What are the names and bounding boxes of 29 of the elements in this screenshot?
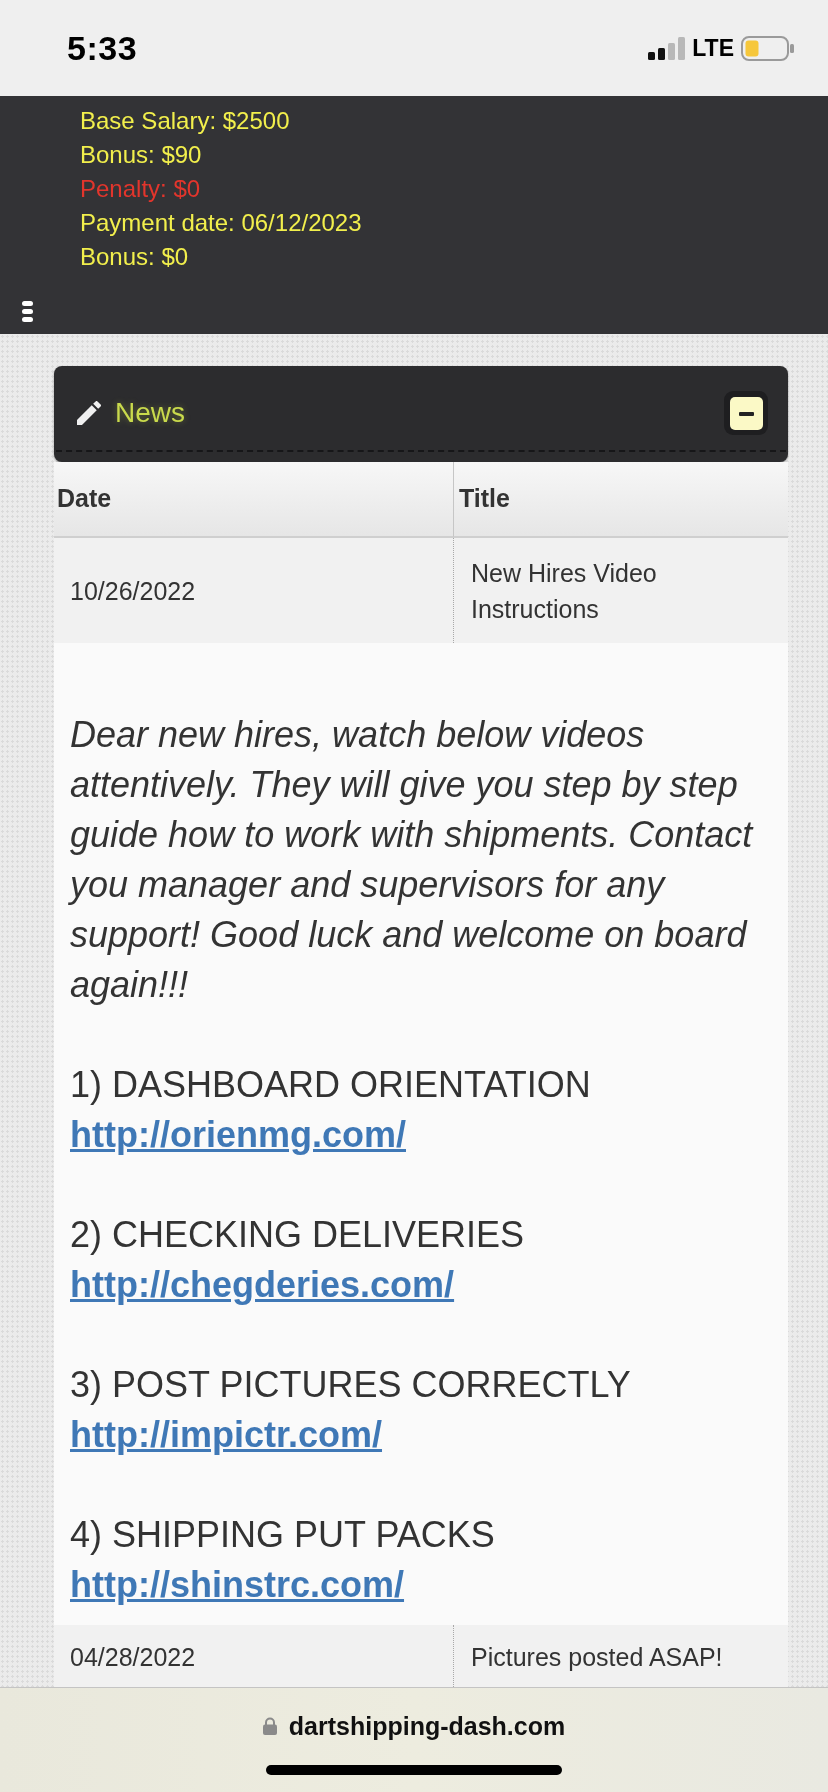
table-cell: 10/26/2022 <box>54 538 454 643</box>
network-label: LTE <box>692 36 734 60</box>
earnings-line: Bonus: $0 <box>80 242 189 272</box>
pencil-icon <box>77 401 101 425</box>
table-cell: Pictures posted ASAP! <box>454 1625 788 1687</box>
signal-icon <box>648 36 686 60</box>
earnings-line: Payment date: 06/12/2023 <box>80 208 362 238</box>
step-heading: 4) SHIPPING PUT PACKS <box>70 1513 495 1557</box>
step-link[interactable]: http://chegderies.com/ <box>70 1260 455 1310</box>
earnings-line: Penalty: $0 <box>80 174 201 204</box>
step-heading: 2) CHECKING DELIVERIES <box>70 1213 525 1257</box>
panel-title: News <box>115 399 185 427</box>
column-header: Date <box>54 462 454 538</box>
battery-icon <box>741 35 794 61</box>
table-cell: 04/28/2022 <box>54 1625 454 1687</box>
step-heading: 3) POST PICTURES CORRECTLY <box>70 1363 631 1407</box>
earnings-line: Bonus: $90 <box>80 140 202 170</box>
earnings-line: Base Salary: $2500 <box>80 106 290 136</box>
url-text[interactable]: dartshipping-dash.com <box>288 1713 566 1739</box>
step-link[interactable]: http://impictr.com/ <box>70 1410 382 1460</box>
status-time: 5:33 <box>67 31 138 65</box>
lock-icon <box>262 1717 277 1735</box>
article-text: Dear new hires, watch below videos attentively. They will give you step by step guide how to work with shipments. Contact you manager and supervisors for any support! Good luck and welcome on board again!!! <box>70 713 755 1007</box>
table-cell: New Hires Video Instructions <box>454 538 788 643</box>
step-heading: 1) DASHBOARD ORIENTATION <box>70 1063 591 1107</box>
menu-icon[interactable] <box>22 301 33 322</box>
step-link[interactable]: http://orienmg.com/ <box>70 1110 406 1160</box>
column-header: Title <box>454 462 788 538</box>
step-link[interactable]: http://shinstrc.com/ <box>70 1560 405 1610</box>
